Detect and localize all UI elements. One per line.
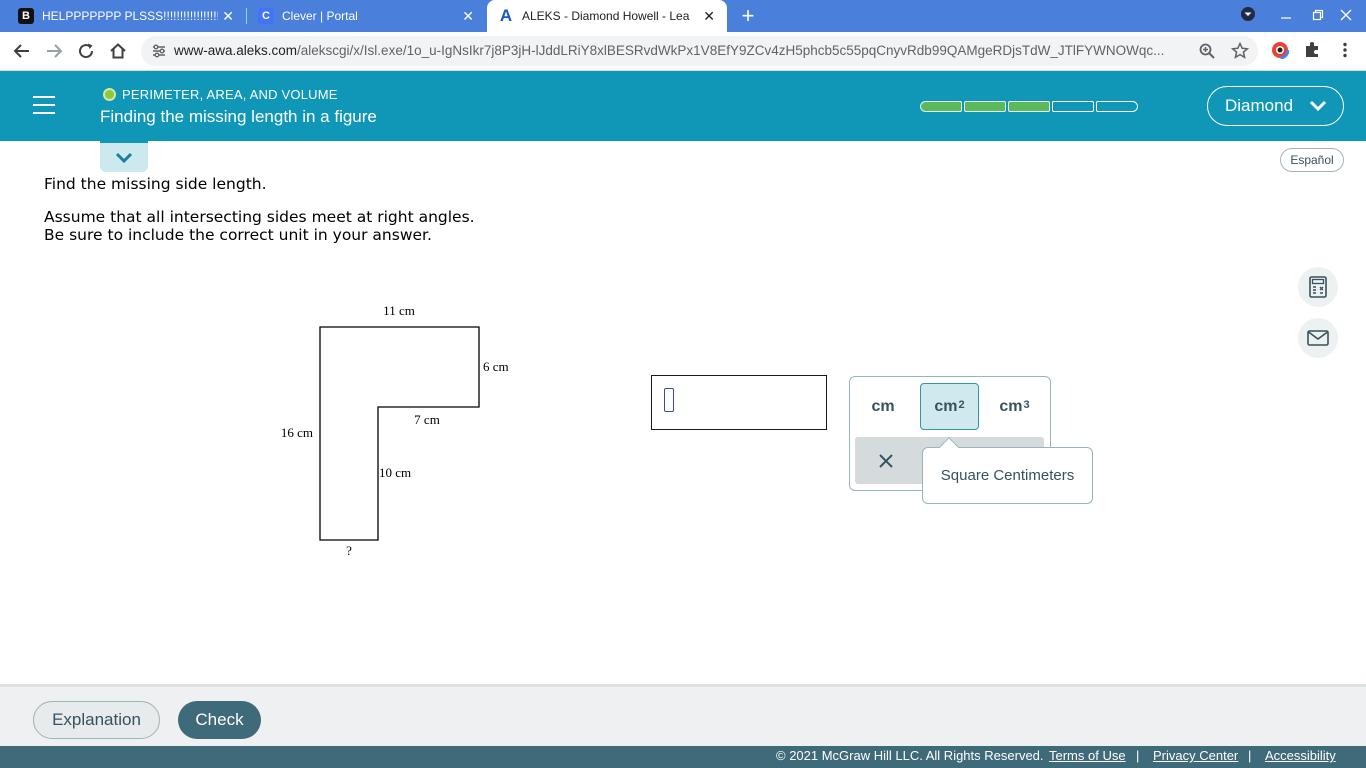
label-left: 16 cm: [281, 425, 313, 440]
home-icon[interactable]: [107, 40, 129, 62]
bookmark-star-icon[interactable]: [1231, 42, 1249, 60]
privacy-link[interactable]: Privacy Center: [1153, 748, 1238, 763]
mail-icon: [1307, 330, 1329, 346]
new-tab-plus-icon[interactable]: +: [738, 4, 758, 28]
tab-search-icon[interactable]: [1238, 6, 1258, 26]
aleks-header: PERIMETER, AREA, AND VOLUME Finding the …: [0, 71, 1366, 141]
clear-answer-button[interactable]: [855, 437, 917, 484]
check-button[interactable]: Check: [178, 701, 261, 739]
progress-segment: [920, 101, 962, 112]
label-right-upper: 6 cm: [483, 359, 509, 374]
color-extension-icon[interactable]: [1271, 41, 1289, 59]
unit-cm-button[interactable]: cm: [854, 383, 913, 430]
calculator-button[interactable]: [1298, 267, 1338, 307]
l-shape-outline: [319, 326, 480, 541]
copyright-text: © 2021 McGraw Hill LLC. All Rights Reser…: [776, 748, 1044, 763]
hamburger-menu-icon[interactable]: [33, 96, 55, 114]
label-inner-vertical: 10 cm: [379, 465, 411, 480]
message-button[interactable]: [1298, 318, 1338, 358]
close-window-icon[interactable]: [1336, 6, 1356, 26]
close-tab-icon[interactable]: ✕: [462, 8, 474, 24]
label-top: 11 cm: [383, 303, 415, 318]
problem-instruction: Find the missing side length.: [44, 175, 267, 193]
restore-icon[interactable]: [1308, 6, 1328, 26]
separator: |: [1248, 748, 1252, 763]
accessibility-link[interactable]: Accessibility: [1265, 748, 1336, 763]
chevron-down-icon: [1309, 100, 1327, 112]
extensions-puzzle-icon[interactable]: [1303, 41, 1321, 59]
address-bar[interactable]: www-awa.aleks.com/alekscgi/x/Isl.exe/1o_…: [141, 36, 1258, 66]
tab-title: Clever | Portal: [282, 9, 358, 23]
label-bottom-unknown: ?: [346, 543, 352, 558]
brainly-favicon-icon: B: [18, 8, 34, 24]
tooltip-text: Square Centimeters: [940, 467, 1075, 484]
chevron-down-icon: [115, 152, 133, 163]
reload-icon[interactable]: [75, 40, 97, 62]
input-cursor: [664, 388, 674, 412]
unit-cm3-button[interactable]: cm 3: [985, 383, 1044, 430]
close-tab-icon[interactable]: ✕: [222, 8, 234, 24]
progress-bar: [920, 101, 1140, 112]
close-tab-icon[interactable]: ✕: [703, 8, 715, 24]
back-icon[interactable]: [11, 40, 33, 62]
browser-tab-aleks[interactable]: A ALEKS - Diamond Howell - Learn ✕: [487, 0, 727, 32]
zoom-icon[interactable]: [1198, 42, 1216, 60]
topic-line: PERIMETER, AREA, AND VOLUME: [103, 87, 338, 102]
answer-input[interactable]: [651, 375, 827, 430]
site-info-icon[interactable]: [151, 43, 167, 59]
close-icon: [879, 453, 893, 468]
aleks-favicon-icon: A: [499, 6, 513, 25]
forward-icon[interactable]: [43, 40, 65, 62]
topic-name: PERIMETER, AREA, AND VOLUME: [122, 87, 338, 102]
unit-cm2-button[interactable]: cm 2: [920, 383, 979, 430]
l-shape-figure: 11 cm 6 cm 7 cm 16 cm 10 cm ?: [281, 303, 509, 558]
label-inner-horizontal: 7 cm: [414, 412, 440, 427]
lesson-title: Finding the missing length in a figure: [100, 107, 377, 126]
progress-segment: [1096, 101, 1138, 112]
answer-footer: Explanation Check: [0, 684, 1366, 746]
clever-favicon-icon: C: [258, 8, 274, 24]
collapse-header-button[interactable]: [100, 141, 148, 172]
user-name: Diamond: [1225, 96, 1294, 115]
tab-title: HELPPPPPPP PLSSS!!!!!!!!!!!!!!!!!: [42, 9, 218, 23]
problem-unit-note: Be sure to include the correct unit in y…: [44, 226, 432, 244]
topic-status-dot: [103, 88, 116, 101]
explanation-button[interactable]: Explanation: [33, 701, 160, 739]
legal-footer: © 2021 McGraw Hill LLC. All Rights Reser…: [0, 746, 1366, 768]
tab-title: ALEKS - Diamond Howell - Learn: [522, 9, 690, 23]
user-menu-button[interactable]: Diamond: [1207, 86, 1344, 126]
browser-menu-icon[interactable]: [1336, 41, 1354, 59]
progress-segment: [964, 101, 1006, 112]
minimize-icon[interactable]: [1276, 6, 1296, 26]
calculator-icon: [1309, 276, 1327, 298]
browser-tab-clever[interactable]: C Clever | Portal ✕: [240, 0, 486, 32]
url-text: www-awa.aleks.com/alekscgi/x/Isl.exe/1o_…: [174, 43, 1165, 58]
progress-segment: [1008, 101, 1050, 112]
progress-segment: [1052, 101, 1094, 112]
language-toggle-button[interactable]: Español: [1280, 148, 1344, 172]
browser-toolbar: www-awa.aleks.com/alekscgi/x/Isl.exe/1o_…: [0, 32, 1366, 71]
separator: |: [1136, 748, 1140, 763]
browser-tab-strip: B HELPPPPPPP PLSSS!!!!!!!!!!!!!!!!! ✕ C …: [0, 0, 1366, 32]
problem-assumption: Assume that all intersecting sides meet …: [44, 208, 475, 226]
terms-link[interactable]: Terms of Use: [1049, 748, 1126, 763]
browser-tab-helpppp[interactable]: B HELPPPPPPP PLSSS!!!!!!!!!!!!!!!!! ✕: [0, 0, 246, 32]
